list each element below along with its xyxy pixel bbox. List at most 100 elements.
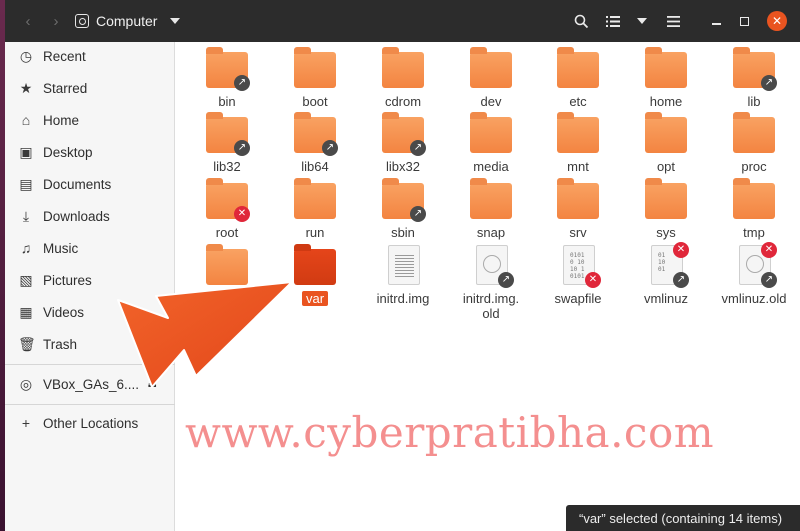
file-item-proc[interactable]: proc bbox=[713, 112, 795, 174]
symlink-badge-icon: ↗ bbox=[410, 140, 426, 156]
menu-button[interactable] bbox=[660, 8, 686, 34]
file-item-lib[interactable]: ↗ lib bbox=[713, 47, 795, 109]
sidebar-item-device[interactable]: ◎ VBox_GAs_6.... ⏏ bbox=[5, 370, 175, 398]
search-button[interactable] bbox=[568, 8, 594, 34]
status-bar: “var” selected (containing 14 items) bbox=[566, 505, 800, 531]
close-button[interactable]: ✕ bbox=[767, 11, 787, 31]
file-item-sbin[interactable]: ↗ sbin bbox=[362, 178, 444, 240]
sidebar-item-label: Home bbox=[43, 112, 80, 128]
file-label: boot bbox=[302, 94, 328, 109]
symlink-badge-icon: ↗ bbox=[410, 206, 426, 222]
maximize-icon bbox=[739, 16, 749, 26]
sidebar-item-label: Desktop bbox=[43, 144, 93, 160]
folder-icon bbox=[645, 178, 687, 219]
file-item-run[interactable]: run bbox=[274, 178, 356, 240]
folder-icon bbox=[382, 47, 424, 88]
disc-icon: ◎ bbox=[19, 375, 33, 392]
sidebar-item-starred[interactable]: ★ Starred bbox=[5, 74, 175, 102]
file-item-swapfile[interactable]: 0101 0 10 10 1 0101 ✕ swapfile bbox=[537, 245, 619, 306]
file-item-vmlinuz-old[interactable]: ✕ ↗ vmlinuz.old bbox=[713, 242, 795, 306]
file-item-tmp[interactable]: tmp bbox=[713, 178, 795, 240]
location-path-button[interactable]: Computer bbox=[75, 7, 205, 35]
home-icon: ⌂ bbox=[21, 112, 31, 128]
file-item-var[interactable]: var bbox=[274, 244, 356, 308]
file-item-initrd-img-old[interactable]: ↗ initrd.img. old bbox=[450, 245, 532, 321]
maximize-button[interactable] bbox=[731, 8, 757, 34]
file-item-srv[interactable]: srv bbox=[537, 178, 619, 240]
file-item-boot[interactable]: boot bbox=[274, 47, 356, 109]
folder-icon bbox=[557, 112, 599, 153]
no-access-badge-icon: ✕ bbox=[585, 272, 601, 288]
sidebar-item-label: Music bbox=[43, 240, 79, 256]
trash-icon: 🗑︎ bbox=[18, 335, 36, 352]
sidebar-item-documents[interactable]: ▤ Documents bbox=[5, 170, 175, 198]
symlink-badge-icon: ↗ bbox=[322, 140, 338, 156]
text-file-icon bbox=[388, 245, 420, 285]
file-label: etc bbox=[569, 94, 587, 109]
file-label: lib32 bbox=[213, 159, 241, 174]
folder-icon bbox=[294, 178, 336, 219]
close-icon: ✕ bbox=[771, 14, 783, 28]
forward-button[interactable]: › bbox=[43, 8, 69, 34]
folder-icon bbox=[557, 178, 599, 219]
file-item-initrd-img[interactable]: initrd.img bbox=[362, 245, 444, 306]
sidebar-item-recent[interactable]: ◷ Recent bbox=[5, 42, 175, 70]
file-label: snap bbox=[476, 225, 506, 240]
clock-icon: ◷ bbox=[19, 47, 33, 64]
file-item-dev[interactable]: dev bbox=[450, 47, 532, 109]
file-item-cdrom[interactable]: cdrom bbox=[362, 47, 444, 109]
view-list-button[interactable] bbox=[600, 8, 626, 34]
back-button[interactable]: ‹ bbox=[15, 8, 41, 34]
file-item-sys[interactable]: sys bbox=[625, 178, 707, 240]
file-label: sbin bbox=[391, 225, 415, 240]
chevron-right-icon: › bbox=[53, 12, 59, 30]
sidebar-item-pictures[interactable]: ▧ Pictures bbox=[5, 266, 175, 294]
symlink-badge-icon: ↗ bbox=[234, 75, 250, 91]
file-item-home[interactable]: home bbox=[625, 47, 707, 109]
symlink-badge-icon: ↗ bbox=[498, 272, 514, 288]
file-item-libx32[interactable]: ↗ libx32 bbox=[362, 112, 444, 174]
file-label: home bbox=[649, 94, 683, 109]
search-icon bbox=[574, 14, 588, 28]
file-label: dev bbox=[480, 94, 502, 109]
folder-icon bbox=[470, 47, 512, 88]
sidebar-item-other-locations[interactable]: + Other Locations bbox=[5, 409, 175, 437]
view-options-button[interactable] bbox=[629, 8, 655, 34]
sidebar-item-home[interactable]: ⌂ Home bbox=[5, 106, 175, 134]
file-label: lib bbox=[747, 94, 761, 109]
pictures-icon: ▧ bbox=[19, 271, 33, 288]
file-item-opt[interactable]: opt bbox=[625, 112, 707, 174]
symlink-badge-icon: ↗ bbox=[673, 272, 689, 288]
sidebar-separator bbox=[5, 404, 175, 405]
file-label: bin bbox=[218, 94, 236, 109]
sidebar-item-label: Other Locations bbox=[43, 415, 139, 431]
file-item-etc[interactable]: etc bbox=[537, 47, 619, 109]
file-item-media[interactable]: media bbox=[450, 112, 532, 174]
sidebar-item-downloads[interactable]: ⤓ Downloads bbox=[5, 202, 175, 230]
file-item-vmlinuz[interactable]: 01 10 01 ✕ ↗ vmlinuz bbox=[625, 242, 707, 306]
video-icon: ▦ bbox=[19, 303, 33, 320]
file-label: swapfile bbox=[554, 291, 602, 306]
chevron-down-icon bbox=[637, 18, 647, 24]
file-item-root[interactable]: ✕ root bbox=[186, 178, 268, 240]
sidebar-item-videos[interactable]: ▦ Videos bbox=[5, 298, 175, 326]
file-item-lib64[interactable]: ↗ lib64 bbox=[274, 112, 356, 174]
file-label: lib64 bbox=[301, 159, 329, 174]
sidebar-item-desktop[interactable]: ▣ Desktop bbox=[5, 138, 175, 166]
file-label: vmlinuz.old bbox=[721, 291, 787, 306]
folder-icon bbox=[645, 112, 687, 153]
file-item-snap[interactable]: snap bbox=[450, 178, 532, 240]
file-item-lib32[interactable]: ↗ lib32 bbox=[186, 112, 268, 174]
plus-icon: + bbox=[21, 415, 31, 431]
sidebar-item-label: VBox_GAs_6.... bbox=[43, 376, 140, 392]
file-item-unnamed-folder[interactable] bbox=[186, 244, 268, 291]
sidebar-item-trash[interactable]: 🗑︎ Trash bbox=[5, 330, 175, 358]
symlink-badge-icon: ↗ bbox=[761, 272, 777, 288]
sidebar-item-music[interactable]: ♫ Music bbox=[5, 234, 175, 262]
minimize-button[interactable] bbox=[703, 8, 729, 34]
file-item-bin[interactable]: ↗ bin bbox=[186, 47, 268, 109]
minimize-icon bbox=[711, 23, 721, 25]
watermark-text: www.cyberpratibha.com bbox=[185, 408, 715, 457]
eject-icon[interactable]: ⏏ bbox=[148, 379, 157, 390]
file-item-mnt[interactable]: mnt bbox=[537, 112, 619, 174]
